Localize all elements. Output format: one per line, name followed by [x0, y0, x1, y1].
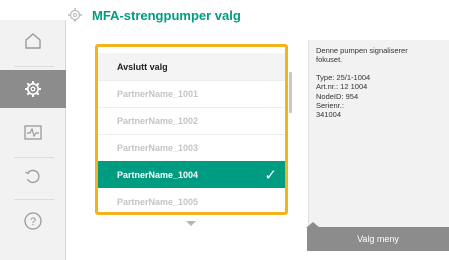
pump-info: Denne pumpen signaliserer fokuset. Type:… [316, 46, 446, 120]
list-scrollbar[interactable] [289, 72, 292, 113]
list-item-label: PartnerName_1001 [117, 88, 199, 99]
list-item-partner[interactable]: PartnerName_1003 [98, 134, 285, 161]
list-item-label: PartnerName_1004 [117, 169, 199, 180]
info-art-nr: Art.nr.: 12 1004 [316, 82, 368, 92]
page-title: MFA-strengpumper valg [92, 8, 241, 23]
info-serial-value: 341004 [316, 110, 342, 120]
svg-text:?: ? [30, 216, 36, 228]
info-description: fokuset. [316, 55, 343, 65]
list-item-label: Avslutt valg [117, 61, 168, 72]
checkmark-icon: ✓ [264, 167, 277, 184]
info-node-id: NodeID: 954 [316, 91, 359, 101]
list-item-label: PartnerName_1003 [117, 142, 199, 153]
context-menu-button-label: Valg meny [357, 234, 399, 244]
list-item-partner[interactable]: PartnerName_1001 [98, 80, 285, 107]
nav-settings[interactable] [0, 70, 66, 108]
context-menu-button[interactable]: Valg meny [307, 227, 449, 251]
nav-undo[interactable] [8, 158, 58, 196]
screen: ? MFA-strengpumper valg Avslutt valg Par… [0, 0, 449, 260]
list-item-label: PartnerName_1002 [117, 115, 199, 126]
list-item-exit-selection[interactable]: Avslutt valg [98, 53, 285, 80]
nav-diagnostics[interactable] [8, 114, 58, 152]
nav-home[interactable] [8, 22, 58, 60]
diagnostics-icon [24, 125, 42, 140]
info-serial-label: Serienr.: [316, 100, 344, 110]
gear-icon [68, 8, 82, 22]
rail-divider [14, 199, 54, 200]
list-item-label: PartnerName_1005 [117, 196, 199, 207]
nav-rail: ? [0, 0, 66, 260]
undo-icon [25, 169, 40, 184]
info-type: Type: 25/1-1004 [316, 72, 371, 82]
help-icon: ? [24, 212, 42, 230]
rail-top-spacer [0, 0, 66, 20]
list-item-partner-selected[interactable]: PartnerName_1004 ✓ [98, 161, 285, 188]
gear-icon [25, 81, 41, 97]
list-item-partner[interactable]: PartnerName_1005 [98, 188, 285, 212]
list-item-partner[interactable]: PartnerName_1002 [98, 107, 285, 134]
bottom-bar [66, 251, 449, 260]
scroll-down-icon [186, 221, 196, 226]
pump-selection-list[interactable]: Avslutt valg PartnerName_1001 PartnerNam… [95, 44, 288, 215]
home-icon [25, 33, 41, 49]
rail-divider [14, 66, 54, 67]
info-description: Denne pumpen signaliserer [316, 46, 408, 55]
nav-help[interactable]: ? [8, 202, 58, 240]
